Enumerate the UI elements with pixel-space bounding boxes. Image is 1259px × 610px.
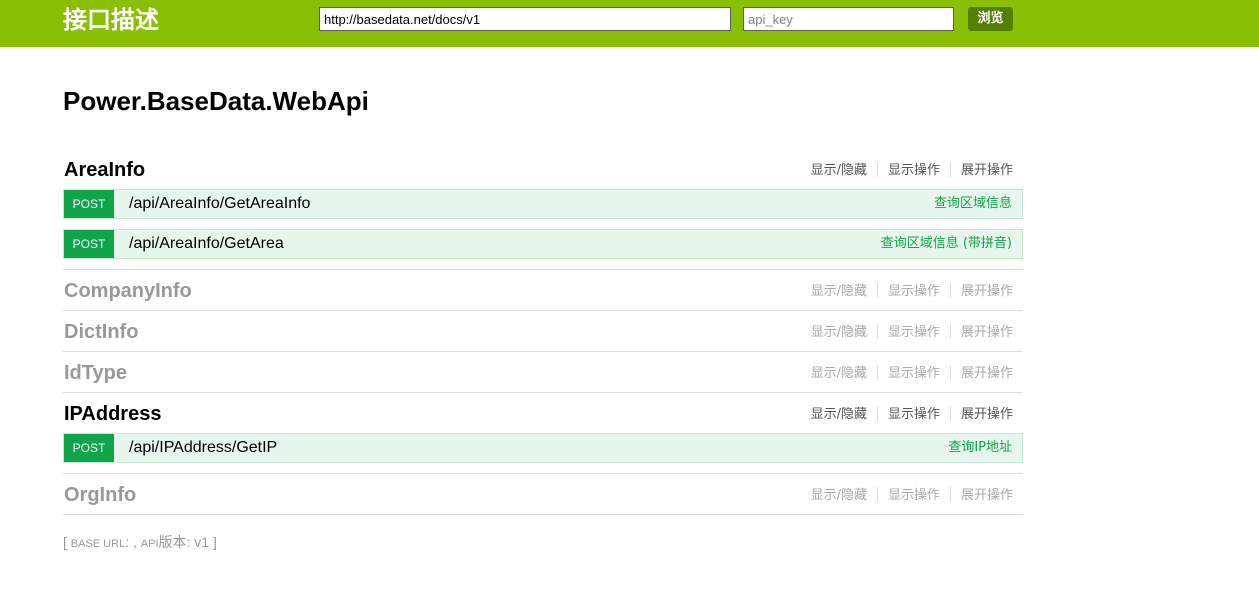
- resource-ipaddress: IPAddress 显示/隐藏 显示操作 展开操作 POST/api/IPAddress…: [63, 393, 1023, 474]
- api-key-input[interactable]: [743, 7, 954, 31]
- link-separator: [876, 406, 878, 421]
- resource-links: 显示/隐藏 显示操作 展开操作: [811, 162, 1013, 179]
- footer-version-label: 版本: [158, 535, 187, 551]
- show-hide-link[interactable]: 显示/隐藏: [811, 366, 867, 381]
- expand-operations-link[interactable]: 展开操作: [961, 284, 1013, 299]
- operation-path[interactable]: /api/AreaInfo/GetArea: [129, 230, 284, 258]
- list-operations-link[interactable]: 显示操作: [888, 325, 940, 340]
- resource-heading: IdType 显示/隐藏 显示操作 展开操作: [63, 352, 1023, 392]
- list-operations-link[interactable]: 显示操作: [888, 366, 940, 381]
- http-method-badge[interactable]: POST: [64, 190, 114, 218]
- footer-mid: : ,: [125, 534, 141, 550]
- operation-path[interactable]: /api/IPAddress/GetIP: [129, 434, 277, 462]
- http-method-badge[interactable]: POST: [64, 230, 114, 258]
- resource-orginfo: OrgInfo 显示/隐藏 显示操作 展开操作: [63, 474, 1023, 515]
- link-separator: [949, 324, 951, 339]
- resource-links: 显示/隐藏 显示操作 展开操作: [811, 365, 1013, 382]
- show-hide-link[interactable]: 显示/隐藏: [811, 488, 867, 503]
- explore-button[interactable]: 浏览: [968, 7, 1013, 31]
- link-separator: [949, 283, 951, 298]
- footer-open: [: [63, 534, 71, 550]
- base-url-input[interactable]: [319, 7, 731, 31]
- show-hide-link[interactable]: 显示/隐藏: [811, 407, 867, 422]
- link-separator: [876, 487, 878, 502]
- header-title: 接口描述: [63, 6, 159, 34]
- expand-operations-link[interactable]: 展开操作: [961, 407, 1013, 422]
- link-separator: [876, 324, 878, 339]
- link-separator: [876, 365, 878, 380]
- http-method-badge[interactable]: POST: [64, 434, 114, 462]
- show-hide-link[interactable]: 显示/隐藏: [811, 325, 867, 340]
- footer-base-url-label: BASE URL: [70, 538, 126, 550]
- header-bar: 接口描述 浏览: [0, 0, 1259, 47]
- resource-heading: DictInfo 显示/隐藏 显示操作 展开操作: [63, 311, 1023, 351]
- operation-row[interactable]: POST/api/IPAddress/GetIP 查询IP地址: [63, 433, 1023, 463]
- resource-name[interactable]: OrgInfo: [64, 483, 136, 507]
- operation-path[interactable]: /api/AreaInfo/GetAreaInfo: [129, 190, 310, 218]
- link-separator: [949, 406, 951, 421]
- list-operations-link[interactable]: 显示操作: [888, 407, 940, 422]
- operation-list: POST/api/AreaInfo/GetAreaInfo 查询区域信息 POST /…: [63, 189, 1023, 269]
- resource-heading: IPAddress 显示/隐藏 显示操作 展开操作: [63, 393, 1023, 433]
- link-separator: [876, 162, 878, 177]
- resource-idtype: IdType 显示/隐藏 显示操作 展开操作: [63, 352, 1023, 393]
- expand-operations-link[interactable]: 展开操作: [961, 163, 1013, 178]
- resource-areainfo: AreaInfo 显示/隐藏 显示操作 展开操作 POST/api/AreaInfo/G…: [63, 149, 1023, 270]
- link-separator: [949, 162, 951, 177]
- resource-links: 显示/隐藏 显示操作 展开操作: [811, 487, 1013, 504]
- resource-name[interactable]: CompanyInfo: [64, 279, 192, 303]
- operation-row[interactable]: POST/api/AreaInfo/GetAreaInfo 查询区域信息: [63, 189, 1023, 219]
- resource-name[interactable]: AreaInfo: [64, 158, 145, 182]
- show-hide-link[interactable]: 显示/隐藏: [811, 163, 867, 178]
- resource-companyinfo: CompanyInfo 显示/隐藏 显示操作 展开操作: [63, 270, 1023, 311]
- operation-row[interactable]: POST/api/AreaInfo/GetArea 查询区域信息 (带拼音): [63, 229, 1023, 259]
- resource-links: 显示/隐藏 显示操作 展开操作: [811, 283, 1013, 300]
- operation-summary[interactable]: 查询区域信息: [934, 190, 1012, 218]
- link-separator: [876, 283, 878, 298]
- resource-heading: CompanyInfo 显示/隐藏 显示操作 展开操作: [63, 270, 1023, 310]
- footer-api-label: API: [140, 538, 159, 550]
- resource-dictinfo: DictInfo 显示/隐藏 显示操作 展开操作: [63, 311, 1023, 352]
- api-title: Power.BaseData.WebApi: [63, 86, 369, 116]
- list-operations-link[interactable]: 显示操作: [888, 488, 940, 503]
- footer-info: [ BASE URL: , API版本: v1 ]: [63, 533, 217, 553]
- resource-list: AreaInfo 显示/隐藏 显示操作 展开操作 POST/api/AreaInfo/G…: [63, 149, 1023, 515]
- resource-links: 显示/隐藏 显示操作 展开操作: [811, 406, 1013, 423]
- resource-heading: AreaInfo 显示/隐藏 显示操作 展开操作: [63, 149, 1023, 189]
- list-operations-link[interactable]: 显示操作: [888, 163, 940, 178]
- resource-name[interactable]: IPAddress: [64, 402, 161, 426]
- footer-version: : v1: [186, 534, 210, 550]
- operation-summary[interactable]: 查询IP地址: [948, 434, 1012, 462]
- expand-operations-link[interactable]: 展开操作: [961, 488, 1013, 503]
- operation-summary[interactable]: 查询区域信息 (带拼音): [881, 230, 1012, 258]
- operation-list: POST/api/IPAddress/GetIP 查询IP地址: [63, 433, 1023, 473]
- footer-close: ]: [209, 534, 217, 550]
- link-separator: [949, 487, 951, 502]
- expand-operations-link[interactable]: 展开操作: [961, 366, 1013, 381]
- expand-operations-link[interactable]: 展开操作: [961, 325, 1013, 340]
- resource-heading: OrgInfo 显示/隐藏 显示操作 展开操作: [63, 474, 1023, 514]
- resource-links: 显示/隐藏 显示操作 展开操作: [811, 324, 1013, 341]
- resource-name[interactable]: IdType: [64, 361, 127, 385]
- resource-name[interactable]: DictInfo: [64, 320, 138, 344]
- show-hide-link[interactable]: 显示/隐藏: [811, 284, 867, 299]
- link-separator: [949, 365, 951, 380]
- list-operations-link[interactable]: 显示操作: [888, 284, 940, 299]
